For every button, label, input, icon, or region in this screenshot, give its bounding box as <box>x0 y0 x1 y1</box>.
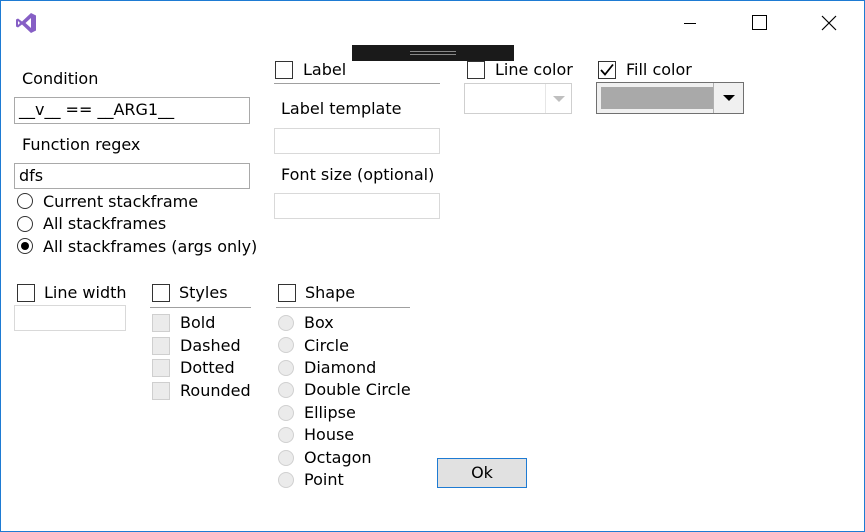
styles-divider <box>150 307 251 308</box>
chevron-down-icon <box>723 95 735 101</box>
line-color-dropdown[interactable] <box>464 83 572 114</box>
style-dotted-checkbox[interactable] <box>152 359 170 377</box>
style-dashed-label: Dashed <box>180 336 241 355</box>
shape-circle-radio[interactable] <box>278 337 294 353</box>
shape-checkbox[interactable] <box>278 284 296 302</box>
fill-color-label: Fill color <box>626 60 692 79</box>
shape-double-circle-label: Double Circle <box>304 380 411 399</box>
label-checkbox-label: Label <box>303 60 347 79</box>
shape-diamond-label: Diamond <box>304 358 377 377</box>
shape-octagon-label: Octagon <box>304 448 372 467</box>
chevron-down-icon <box>553 96 565 102</box>
shape-octagon-radio[interactable] <box>278 450 294 466</box>
shape-box-label: Box <box>304 313 334 332</box>
shape-house-label: House <box>304 425 355 444</box>
condition-input[interactable]: __v__ == __ARG1__ <box>14 97 250 124</box>
line-width-checkbox[interactable] <box>17 284 35 302</box>
visual-studio-icon <box>14 11 38 35</box>
shape-ellipse-label: Ellipse <box>304 403 356 422</box>
style-dotted-label: Dotted <box>180 358 235 377</box>
shape-house-radio[interactable] <box>278 427 294 443</box>
label-template-label: Label template <box>281 99 402 118</box>
line-color-checkbox[interactable] <box>467 61 485 79</box>
shape-point-radio[interactable] <box>278 472 294 488</box>
style-bold-label: Bold <box>180 313 216 332</box>
radio-all-stackframes-args[interactable] <box>17 238 33 254</box>
shape-label: Shape <box>305 283 356 302</box>
line-width-label: Line width <box>44 283 127 302</box>
style-dashed-checkbox[interactable] <box>152 337 170 355</box>
label-divider <box>274 83 440 84</box>
label-checkbox[interactable] <box>275 61 293 79</box>
shape-point-label: Point <box>304 470 344 489</box>
minimize-button[interactable] <box>667 1 713 45</box>
maximize-button[interactable] <box>736 1 782 45</box>
fill-color-checkbox[interactable] <box>598 61 616 79</box>
style-bold-checkbox[interactable] <box>152 314 170 332</box>
shape-box-radio[interactable] <box>278 315 294 331</box>
font-size-label: Font size (optional) <box>281 165 435 184</box>
styles-checkbox[interactable] <box>152 284 170 302</box>
shape-divider <box>276 307 410 308</box>
close-button[interactable] <box>806 1 852 45</box>
style-rounded-checkbox[interactable] <box>152 382 170 400</box>
radio-all-stackframes-label: All stackframes <box>43 214 167 233</box>
minimize-icon <box>684 23 696 24</box>
maximize-icon <box>752 15 767 30</box>
checkmark-icon <box>600 63 614 76</box>
ok-button[interactable]: Ok <box>437 458 527 488</box>
function-regex-input[interactable]: dfs <box>14 163 250 189</box>
line-color-label: Line color <box>495 60 573 79</box>
drag-handle[interactable] <box>352 45 514 61</box>
dialog-window: Condition __v__ == __ARG1__ Function reg… <box>0 0 865 532</box>
radio-current-stackframe[interactable] <box>17 193 33 209</box>
radio-all-stackframes-args-label: All stackframes (args only) <box>43 237 258 256</box>
font-size-input[interactable] <box>274 193 440 219</box>
condition-label: Condition <box>22 69 99 88</box>
close-icon <box>821 15 837 31</box>
shape-ellipse-radio[interactable] <box>278 405 294 421</box>
shape-double-circle-radio[interactable] <box>278 382 294 398</box>
label-template-input[interactable] <box>274 128 440 154</box>
style-rounded-label: Rounded <box>180 381 251 400</box>
shape-diamond-radio[interactable] <box>278 360 294 376</box>
fill-color-swatch <box>601 87 713 109</box>
line-width-input[interactable] <box>14 305 126 331</box>
radio-all-stackframes[interactable] <box>17 216 33 232</box>
function-regex-label: Function regex <box>22 135 141 154</box>
fill-color-dropdown[interactable] <box>596 82 744 114</box>
shape-circle-label: Circle <box>304 336 349 355</box>
radio-current-stackframe-label: Current stackframe <box>43 192 199 211</box>
styles-label: Styles <box>179 283 228 302</box>
